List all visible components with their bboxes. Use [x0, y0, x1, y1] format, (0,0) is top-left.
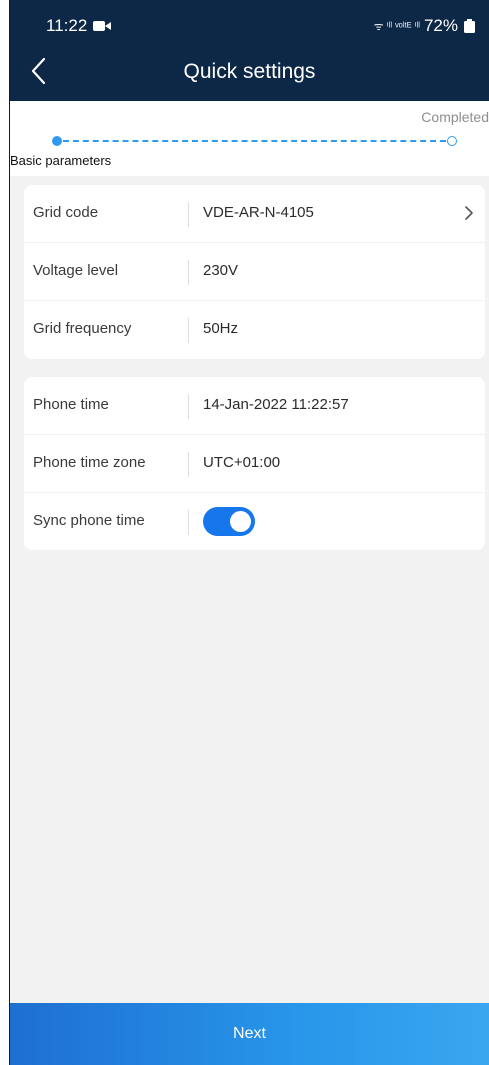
sync-phone-time-row: Sync phone time — [24, 493, 485, 551]
battery-icon — [464, 19, 475, 33]
app-screen: 11:22 ᯤ ⁱˡˡ ᵛᵒˡᵗᴱ ⁱˡˡ 72% Quick settings… — [10, 0, 489, 1065]
setup-progress: Completed Basic parameters — [10, 101, 489, 176]
voltage-level-label: Voltage level — [33, 262, 119, 279]
chevron-right-icon[interactable] — [464, 205, 474, 221]
divider — [188, 510, 189, 535]
divider — [188, 452, 189, 477]
phone-time-value: 14-Jan-2022 11:22:57 — [203, 396, 349, 413]
phone-time-zone-label: Phone time zone — [33, 454, 146, 471]
phone-time-zone-row: Phone time zone UTC+01:00 — [24, 435, 485, 493]
phone-time-label: Phone time — [33, 396, 109, 413]
final-step-dot — [447, 136, 457, 146]
title-bar: Quick settings — [10, 50, 489, 101]
phone-time-row: Phone time 14-Jan-2022 11:22:57 — [24, 377, 485, 435]
status-bar: 11:22 ᯤ ⁱˡˡ ᵛᵒˡᵗᴱ ⁱˡˡ 72% — [10, 0, 489, 50]
step-completed-label: Completed — [421, 109, 489, 125]
grid-settings-card: Grid code VDE-AR-N-4105 Voltage level 23… — [24, 185, 485, 359]
next-button-label: Next — [233, 1025, 266, 1042]
next-button[interactable]: Next — [10, 1003, 489, 1065]
time-settings-card: Phone time 14-Jan-2022 11:22:57 Phone ti… — [24, 377, 485, 550]
screen-frame-edge — [0, 0, 10, 1065]
battery-percent: 72% — [423, 16, 458, 35]
sync-phone-time-label: Sync phone time — [33, 512, 145, 529]
grid-code-row[interactable]: Grid code VDE-AR-N-4105 — [24, 185, 485, 243]
header: 11:22 ᯤ ⁱˡˡ ᵛᵒˡᵗᴱ ⁱˡˡ 72% Quick settings — [10, 0, 489, 101]
voltage-level-row: Voltage level 230V — [24, 243, 485, 301]
toggle-knob — [230, 511, 251, 532]
voltage-level-value: 230V — [203, 262, 239, 279]
status-icons: ᯤ ⁱˡˡ ᵛᵒˡᵗᴱ ⁱˡˡ 72% — [374, 16, 475, 36]
grid-frequency-label: Grid frequency — [33, 320, 132, 337]
progress-dashed-line — [63, 140, 446, 142]
grid-code-label: Grid code — [33, 204, 99, 221]
sync-phone-time-toggle[interactable] — [203, 507, 255, 536]
grid-frequency-row: Grid frequency 50Hz — [24, 301, 485, 359]
signal-icon: ᯤ ⁱˡˡ ᵛᵒˡᵗᴱ ⁱˡˡ — [373, 20, 420, 33]
grid-frequency-value: 50Hz — [203, 320, 239, 337]
current-step-dot — [52, 136, 62, 146]
video-call-icon — [93, 21, 111, 31]
grid-code-value: VDE-AR-N-4105 — [203, 204, 314, 221]
page-title: Quick settings — [183, 60, 316, 83]
divider — [188, 394, 189, 419]
status-time: 11:22 — [46, 16, 88, 35]
phone-time-zone-value: UTC+01:00 — [203, 454, 281, 471]
divider — [188, 318, 189, 343]
step-current-label: Basic parameters — [10, 153, 112, 168]
divider — [188, 202, 189, 227]
divider — [188, 260, 189, 285]
